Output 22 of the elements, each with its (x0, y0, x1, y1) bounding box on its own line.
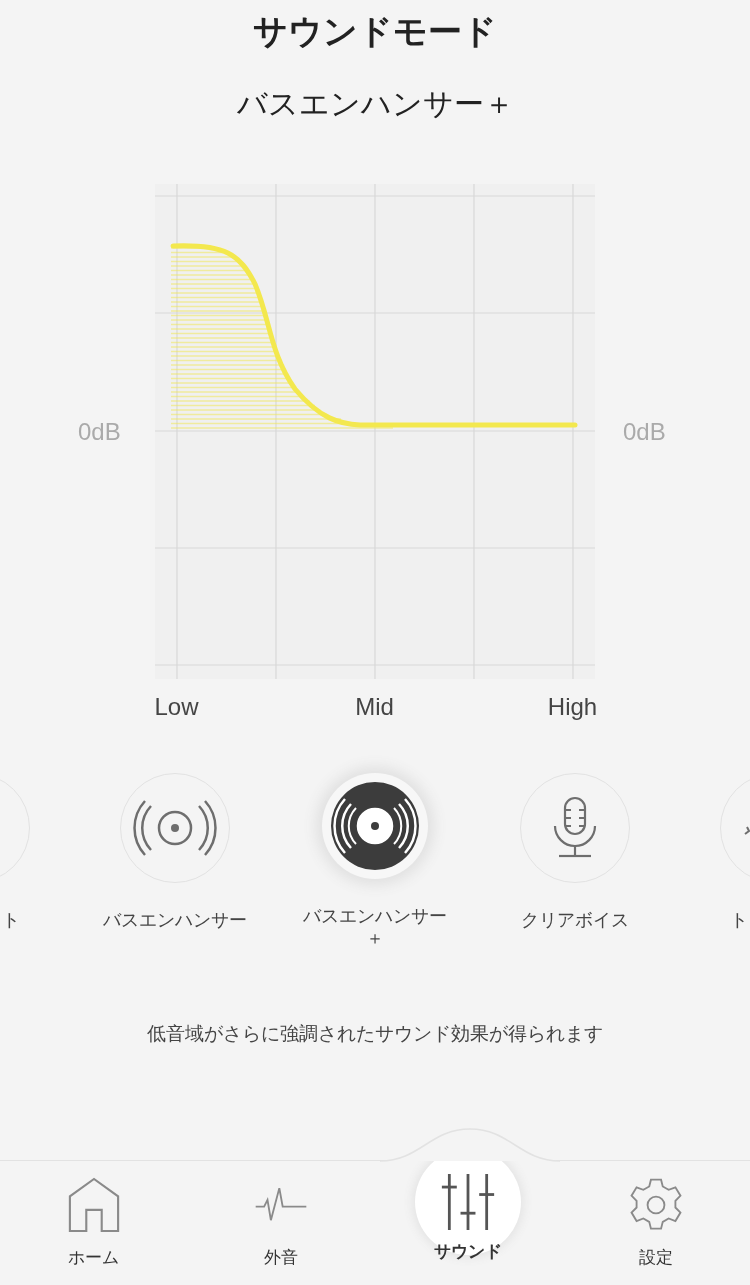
axis-label: Low (153, 693, 200, 721)
mode-title: バスエンハンサー＋ (235, 85, 515, 123)
microphone-icon (553, 796, 597, 858)
axis-label: 0dB (622, 417, 667, 446)
axis-label: 0dB (77, 417, 122, 446)
home-icon (66, 1177, 121, 1233)
mode-label: バスエンハンサー (102, 909, 248, 931)
tab[interactable]: 外音 (187, 1161, 374, 1285)
page-title: サウンドモード (252, 10, 498, 53)
tab[interactable]: ホーム (0, 1161, 187, 1285)
sliders-icon (439, 1174, 496, 1230)
mode-label: バスエンハンサー＋ (302, 905, 448, 949)
mode-label: クリアボイス (520, 909, 630, 931)
vinyl-record-icon (331, 782, 419, 870)
axis-label: High (546, 693, 599, 721)
tab[interactable]: 設定 (561, 1161, 750, 1285)
settings-icon (628, 1177, 683, 1233)
mode-label: ト (730, 909, 748, 931)
mode-label: ト (2, 909, 20, 931)
speaker-waves-icon (133, 799, 217, 857)
mode-description: 低音域がさらに強調されたサウンド効果が得られます (146, 1021, 604, 1046)
axis-label: Mid (354, 693, 395, 721)
